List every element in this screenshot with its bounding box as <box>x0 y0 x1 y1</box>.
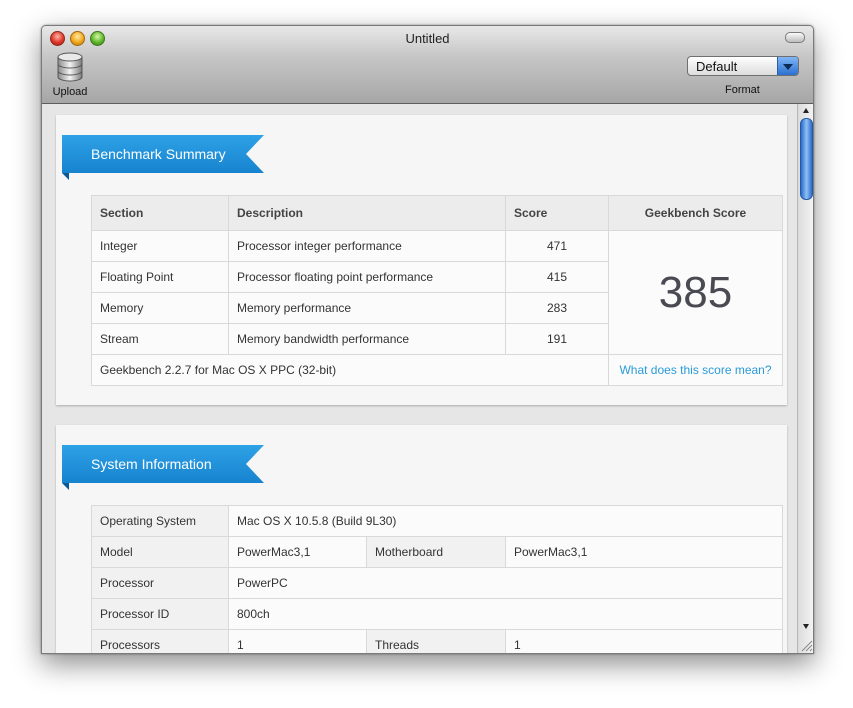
benchmark-summary-title: Benchmark Summary <box>91 146 226 162</box>
score-cell: 283 <box>505 292 609 324</box>
format-select[interactable]: Default <box>687 56 799 76</box>
ribbon-fold <box>62 483 69 490</box>
os-value: Mac OS X 10.5.8 (Build 9L30) <box>227 505 784 537</box>
upload-label: Upload <box>52 86 88 98</box>
column-header: Section <box>91 195 229 231</box>
motherboard-label: Motherboard <box>366 536 506 568</box>
upload-button[interactable]: Upload <box>50 52 90 98</box>
system-information-heading: System Information <box>62 445 264 483</box>
database-icon <box>57 52 83 82</box>
table-row: Model PowerMac3,1 Motherboard PowerMac3,… <box>91 536 784 568</box>
motherboard-value: PowerMac3,1 <box>504 536 784 568</box>
chevron-down-icon <box>777 57 798 75</box>
model-label: Model <box>91 536 229 568</box>
scroll-thumb[interactable] <box>800 118 813 200</box>
title-bar: Untitled Upload Default Format <box>42 26 813 104</box>
table-row: Operating System Mac OS X 10.5.8 (Build … <box>91 505 784 537</box>
score-help-link-cell: What does this score mean? <box>608 354 783 386</box>
threads-value: 1 <box>504 629 784 653</box>
processor-label: Processor <box>91 567 229 599</box>
table-footer-row: Geekbench 2.2.7 for Mac OS X PPC (32-bit… <box>91 354 783 386</box>
processors-label: Processors <box>91 629 229 653</box>
table-row: Processor ID 800ch <box>91 598 784 630</box>
version-note: Geekbench 2.2.7 for Mac OS X PPC (32-bit… <box>91 354 609 386</box>
toolbar-toggle-button[interactable] <box>785 32 805 43</box>
format-label: Format <box>725 84 760 96</box>
processor-id-label: Processor ID <box>91 598 229 630</box>
section-cell: Stream <box>91 323 229 355</box>
benchmark-summary-heading: Benchmark Summary <box>62 135 264 173</box>
benchmark-table: Section Description Score Geekbench Scor… <box>91 195 783 386</box>
resize-grip-icon[interactable] <box>799 638 813 652</box>
system-information-title: System Information <box>91 456 212 472</box>
app-window: Untitled Upload Default Format Benchmark… <box>41 25 814 654</box>
window-title: Untitled <box>405 31 450 46</box>
table-row: Processor PowerPC <box>91 567 784 599</box>
section-cell: Memory <box>91 292 229 324</box>
geekbench-score: 385 <box>608 230 783 355</box>
score-cell: 471 <box>505 230 609 262</box>
processor-value: PowerPC <box>227 567 784 599</box>
column-header: Geekbench Score <box>608 195 783 231</box>
score-help-link[interactable]: What does this score mean? <box>619 363 771 377</box>
processor-id-value: 800ch <box>227 598 784 630</box>
model-value: PowerMac3,1 <box>228 536 367 568</box>
os-label: Operating System <box>91 505 229 537</box>
column-header: Description <box>228 195 506 231</box>
description-cell: Memory bandwidth performance <box>228 323 506 355</box>
benchmark-summary-panel: Benchmark Summary Section Description Sc… <box>56 115 787 405</box>
description-cell: Memory performance <box>228 292 506 324</box>
score-cell: 191 <box>505 323 609 355</box>
section-cell: Integer <box>91 230 229 262</box>
vertical-scrollbar[interactable] <box>797 104 813 653</box>
table-header-row: Section Description Score Geekbench Scor… <box>91 195 783 231</box>
threads-label: Threads <box>366 629 506 653</box>
report-content: Benchmark Summary Section Description Sc… <box>42 104 797 653</box>
format-selected-value: Default <box>696 59 738 74</box>
system-information-panel: System Information Operating System Mac … <box>56 425 787 653</box>
table-row: Integer Processor integer performance 47… <box>91 230 783 355</box>
scroll-down-arrow-icon[interactable] <box>803 624 809 629</box>
system-info-table: Operating System Mac OS X 10.5.8 (Build … <box>91 505 784 653</box>
description-cell: Processor integer performance <box>228 230 506 262</box>
score-cell: 415 <box>505 261 609 293</box>
description-cell: Processor floating point performance <box>228 261 506 293</box>
column-header: Score <box>505 195 609 231</box>
table-row: Processors 1 Threads 1 <box>91 629 784 653</box>
section-cell: Floating Point <box>91 261 229 293</box>
processors-value: 1 <box>228 629 367 653</box>
scroll-up-arrow-icon[interactable] <box>803 108 809 113</box>
ribbon-fold <box>62 173 69 180</box>
